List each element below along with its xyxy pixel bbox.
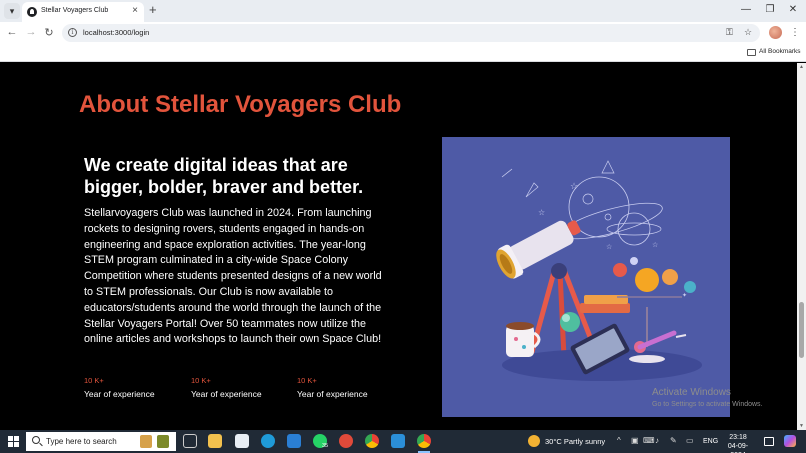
browser-toolbar: ← → ↻ i localhost:3000/login ⚿ ☆: [0, 22, 806, 44]
tab-strip: ▾ Stellar Voyagers Club × + — ❐ ✕: [0, 0, 806, 22]
speaker-icon[interactable]: ♪: [655, 436, 659, 445]
clock-time: 23:18: [729, 434, 747, 441]
language-indicator[interactable]: ENG: [703, 438, 718, 445]
stat-item: 10 K+ Year of experience: [191, 376, 262, 399]
mail-icon[interactable]: [287, 434, 301, 448]
weather-text[interactable]: 30°C Partly sunny: [545, 437, 605, 446]
url-text[interactable]: localhost:3000/login: [83, 28, 149, 37]
tray-chevron-up-icon[interactable]: ^: [617, 436, 621, 445]
bookmarks-bar: All Bookmarks: [0, 44, 806, 62]
clock[interactable]: 23:18 04-09-2024: [722, 433, 754, 453]
stat-label: Year of experience: [84, 389, 155, 399]
opera-icon[interactable]: [339, 434, 353, 448]
tab-search-button[interactable]: ▾: [4, 3, 20, 19]
stat-value: 10 K+: [84, 376, 104, 385]
headline: We create digital ideas that are bigger,…: [84, 155, 364, 197]
svg-text:☆: ☆: [606, 243, 612, 251]
telescope-illustration: ☆ ☆ ☆ ☆ ☆ ✦: [442, 137, 730, 417]
reload-button[interactable]: ↻: [42, 26, 56, 39]
kebab-menu-icon[interactable]: ⋮: [790, 27, 800, 38]
telescope-illustration-art: ☆ ☆ ☆ ☆ ☆ ✦: [496, 160, 702, 381]
svg-text:☆: ☆: [652, 241, 658, 249]
chrome-active-icon[interactable]: [417, 434, 431, 448]
tab-active[interactable]: Stellar Voyagers Club ×: [22, 2, 144, 22]
windows-start-button[interactable]: [8, 436, 19, 447]
minimize-window-button[interactable]: —: [736, 4, 756, 15]
activate-windows-watermark: Activate Windows Go to Settings to activ…: [652, 387, 763, 408]
bookmark-star-icon[interactable]: ☆: [744, 27, 752, 38]
back-button[interactable]: ←: [5, 26, 19, 38]
folder-icon: [747, 49, 756, 56]
scroll-down-arrow-icon[interactable]: ▼: [799, 423, 804, 429]
vscode-icon[interactable]: [391, 434, 405, 448]
weather-sun-icon[interactable]: [528, 435, 540, 447]
profile-avatar[interactable]: [769, 26, 782, 39]
page-content: About Stellar Voyagers Club We create di…: [0, 63, 797, 430]
search-highlight-icon: [157, 435, 169, 448]
tray-network-icon[interactable]: ▣: [631, 436, 639, 445]
search-highlight-icon: [140, 435, 152, 448]
svg-text:☆: ☆: [570, 182, 578, 192]
notification-center-icon[interactable]: [764, 437, 774, 446]
scroll-up-arrow-icon[interactable]: ▲: [799, 64, 804, 70]
file-explorer-icon[interactable]: [208, 434, 222, 448]
site-favicon-icon: [27, 7, 37, 17]
stat-value: 10 K+: [191, 376, 211, 385]
stat-value: 10 K+: [297, 376, 317, 385]
forward-button[interactable]: →: [24, 26, 38, 38]
restore-window-button[interactable]: ❐: [760, 4, 780, 15]
taskbar-search-box[interactable]: Type here to search: [26, 432, 176, 451]
windows-taskbar: Type here to search 35 30°C Partly sunny…: [0, 430, 806, 453]
watermark-title: Activate Windows: [652, 387, 731, 398]
edge-icon[interactable]: [261, 434, 275, 448]
chevron-down-icon: ▾: [9, 6, 15, 16]
pen-icon[interactable]: ✎: [670, 436, 677, 445]
microsoft-store-icon[interactable]: [235, 434, 249, 448]
close-window-button[interactable]: ✕: [783, 4, 803, 15]
svg-text:☆: ☆: [538, 208, 545, 217]
stat-label: Year of experience: [297, 389, 368, 399]
watermark-subtitle: Go to Settings to activate Windows.: [652, 401, 763, 408]
whatsapp-badge: 35: [322, 443, 329, 449]
clock-date: 04-09-2024: [727, 443, 749, 453]
close-tab-icon[interactable]: ×: [132, 5, 138, 16]
new-tab-button[interactable]: +: [149, 3, 157, 17]
tab-title: Stellar Voyagers Club: [41, 7, 109, 14]
task-view-icon[interactable]: [183, 434, 197, 448]
stat-label: Year of experience: [191, 389, 262, 399]
about-paragraph: Stellarvoyagers Club was launched in 202…: [84, 207, 382, 346]
all-bookmarks-link[interactable]: All Bookmarks: [759, 48, 801, 55]
page-scrollbar[interactable]: ▲ ▼: [797, 63, 806, 430]
chrome-icon[interactable]: [365, 434, 379, 448]
stat-item: 10 K+ Year of experience: [84, 376, 155, 399]
copilot-icon[interactable]: [784, 435, 796, 447]
site-info-icon[interactable]: i: [68, 28, 77, 37]
key-icon[interactable]: ⚿: [726, 27, 733, 38]
search-placeholder: Type here to search: [46, 437, 117, 446]
keyboard-icon[interactable]: ▭: [686, 436, 694, 445]
scrollbar-thumb[interactable]: [799, 302, 804, 358]
svg-text:✦: ✦: [682, 292, 687, 299]
address-bar[interactable]: i localhost:3000/login ⚿ ☆: [62, 24, 760, 42]
search-icon: [32, 436, 40, 444]
tray-input-icon[interactable]: ⌨: [643, 436, 655, 445]
stat-item: 10 K+ Year of experience: [297, 376, 368, 399]
section-title: About Stellar Voyagers Club: [79, 91, 402, 118]
